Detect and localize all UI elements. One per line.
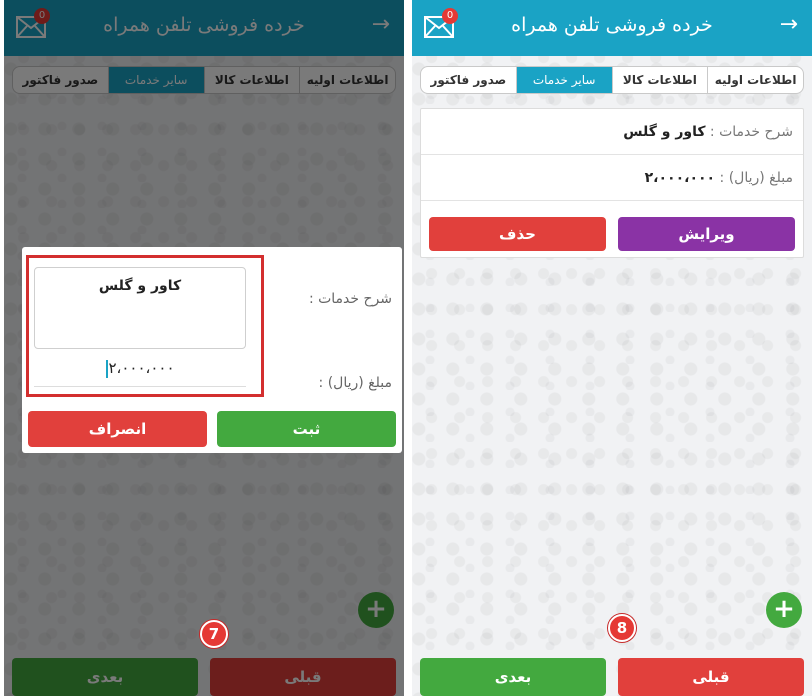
delete-button[interactable]: حذف: [429, 217, 606, 251]
card-buttons: ویرایش حذف: [429, 217, 795, 251]
tab-product-info[interactable]: اطلاعات کالا: [611, 67, 708, 93]
edit-button[interactable]: ویرایش: [618, 217, 795, 251]
amount-label: مبلغ (ریال) :: [715, 170, 793, 186]
app-title: خرده فروشی تلفن همراه: [511, 14, 713, 36]
step-marker: 7: [200, 620, 228, 648]
service-card: شرح خدمات : کاور و گلس مبلغ (ریال) : ۲،۰…: [420, 108, 804, 258]
highlight-box: [26, 255, 264, 397]
service-desc-row: شرح خدمات : کاور و گلس: [421, 109, 803, 155]
dialog-buttons: ثبت انصراف: [28, 411, 396, 447]
next-button[interactable]: بعدی: [420, 658, 606, 696]
screen-right: → خرده فروشی تلفن همراه 0 اطلاعات اولیه …: [412, 0, 812, 696]
save-button[interactable]: ثبت: [217, 411, 396, 447]
mail-badge: 0: [442, 8, 458, 24]
dialog-amount-label: مبلغ (ریال) :: [318, 375, 392, 391]
step-marker: 8: [608, 614, 636, 642]
tab-other-services[interactable]: سایر خدمات: [515, 67, 612, 93]
tab-issue-invoice[interactable]: صدور فاکتور: [421, 67, 516, 93]
service-desc-value: کاور و گلس: [623, 124, 706, 140]
tab-basic-info[interactable]: اطلاعات اولیه: [707, 67, 803, 93]
mail-icon[interactable]: 0: [424, 8, 458, 40]
prev-button[interactable]: قبلی: [618, 658, 804, 696]
cancel-button[interactable]: انصراف: [28, 411, 207, 447]
screen-left: → خرده فروشی تلفن همراه 0 اطلاعات اولیه …: [4, 0, 404, 696]
service-desc-label: شرح خدمات :: [705, 124, 793, 140]
dialog-desc-label: شرح خدمات :: [308, 291, 392, 307]
add-fab-button[interactable]: +: [766, 592, 802, 628]
amount-row: مبلغ (ریال) : ۲،۰۰۰،۰۰۰: [421, 155, 803, 201]
tab-bar: اطلاعات اولیه اطلاعات کالا سایر خدمات صد…: [420, 66, 804, 94]
bottom-nav: بعدی قبلی: [420, 658, 804, 696]
app-header: → خرده فروشی تلفن همراه 0: [412, 0, 812, 56]
service-dialog: شرح خدمات : مبلغ (ریال) : کاور و گلس ۲،۰…: [22, 247, 402, 453]
amount-value: ۲،۰۰۰،۰۰۰: [644, 170, 716, 186]
